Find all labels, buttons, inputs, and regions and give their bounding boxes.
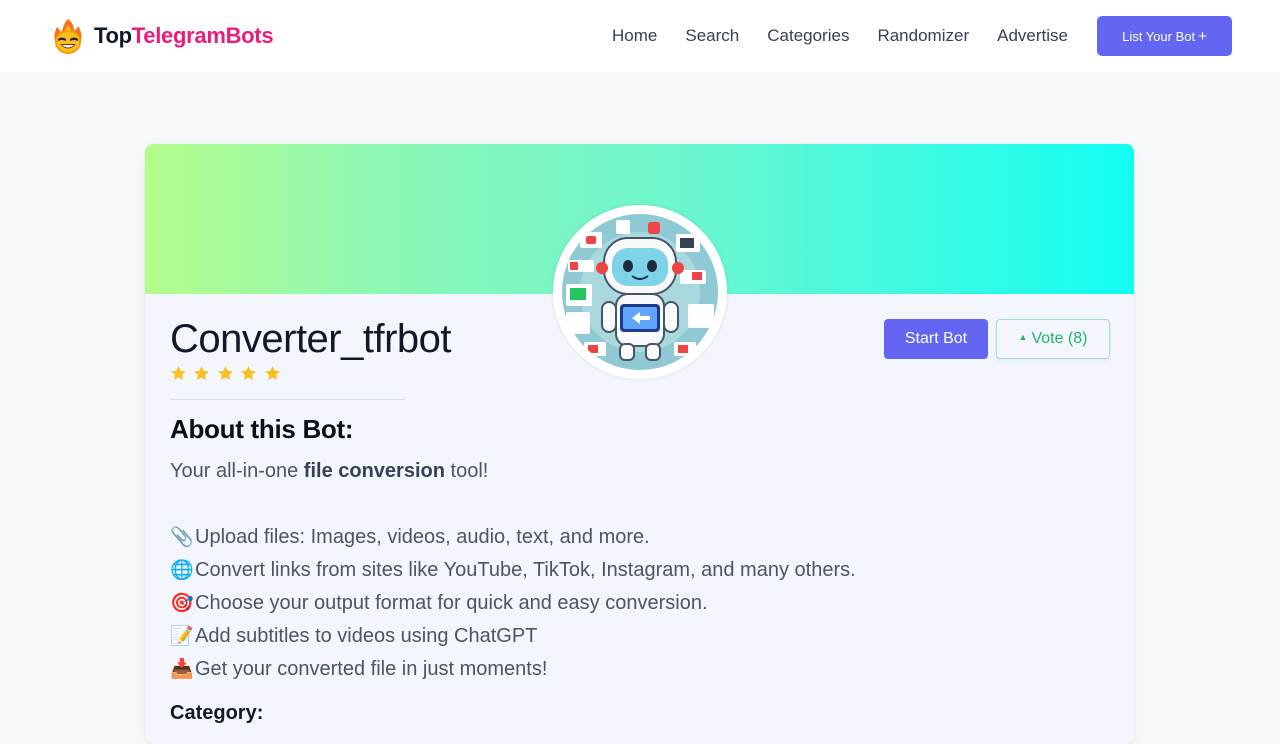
feature-item: 📥Get your converted file in just moments… bbox=[170, 653, 856, 686]
site-logo[interactable]: TopTelegramBots bbox=[52, 17, 274, 55]
nav-randomizer[interactable]: Randomizer bbox=[877, 24, 969, 48]
robot-avatar-image bbox=[562, 214, 718, 370]
star-icon bbox=[241, 366, 256, 380]
star-icon bbox=[264, 366, 280, 380]
feature-text: Convert links from sites like YouTube, T… bbox=[195, 559, 856, 581]
vote-button[interactable]: ▲ Vote (8) bbox=[996, 319, 1110, 359]
feature-item: 📎Upload files: Images, videos, audio, te… bbox=[170, 521, 856, 554]
bot-name: Converter_tfrbot bbox=[170, 317, 452, 361]
category-label: Category: bbox=[170, 702, 264, 724]
logo-text-top: Top bbox=[94, 23, 132, 48]
star-icon bbox=[171, 366, 186, 380]
nav-home[interactable]: Home bbox=[612, 24, 657, 48]
nav-links: Home Search Categories Randomizer Advert… bbox=[598, 24, 1096, 48]
logo-text-telegrambots: TelegramBots bbox=[131, 23, 274, 48]
intro-prefix: Your all-in-one bbox=[170, 460, 304, 482]
bot-avatar bbox=[553, 205, 727, 379]
logo-text: TopTelegramBots bbox=[94, 17, 274, 55]
feature-item: 🌐Convert links from sites like YouTube, … bbox=[170, 554, 856, 587]
star-icon bbox=[217, 366, 233, 380]
feature-text: Get your converted file in just moments! bbox=[195, 658, 548, 680]
list-your-bot-label: List Your Bot bbox=[1122, 28, 1196, 44]
title-divider bbox=[170, 399, 405, 400]
nav-categories[interactable]: Categories bbox=[767, 24, 849, 48]
plus-icon: + bbox=[1198, 27, 1207, 45]
target-icon: 🎯 bbox=[170, 593, 194, 614]
about-title: About this Bot: bbox=[170, 414, 354, 444]
intro-suffix: tool! bbox=[444, 460, 489, 482]
inbox-tray-icon: 📥 bbox=[170, 659, 194, 680]
nav-advertise[interactable]: Advertise bbox=[997, 24, 1068, 48]
description-intro: Your all-in-one file conversion tool! bbox=[170, 455, 856, 488]
intro-bold: file conversion bbox=[303, 460, 445, 482]
caret-up-icon: ▲ bbox=[1018, 332, 1028, 342]
vote-label: Vote (8) bbox=[1031, 330, 1088, 347]
top-navbar: TopTelegramBots Home Search Categories R… bbox=[0, 0, 1280, 72]
feature-item: 🎯Choose your output format for quick and… bbox=[170, 587, 856, 620]
nav-search[interactable]: Search bbox=[685, 24, 739, 48]
feature-text: Upload files: Images, videos, audio, tex… bbox=[195, 526, 650, 548]
bot-card: Converter_tfrbot Start Bot ▲ Vote (8) Ab… bbox=[145, 144, 1134, 744]
feature-text: Choose your output format for quick and … bbox=[195, 592, 708, 614]
bot-description: Your all-in-one file conversion tool! 📎U… bbox=[170, 455, 856, 686]
feature-text: Add subtitles to videos using ChatGPT bbox=[195, 625, 538, 647]
flame-face-icon bbox=[54, 19, 82, 54]
list-your-bot-button[interactable]: List Your Bot + bbox=[1097, 16, 1232, 56]
feature-item: 📝Add subtitles to videos using ChatGPT bbox=[170, 620, 856, 653]
memo-icon: 📝 bbox=[170, 626, 194, 647]
globe-icon: 🌐 bbox=[170, 560, 194, 581]
start-bot-button[interactable]: Start Bot bbox=[884, 319, 988, 359]
rating-stars bbox=[170, 365, 287, 382]
star-icon bbox=[194, 366, 210, 380]
paperclip-icon: 📎 bbox=[170, 527, 194, 548]
